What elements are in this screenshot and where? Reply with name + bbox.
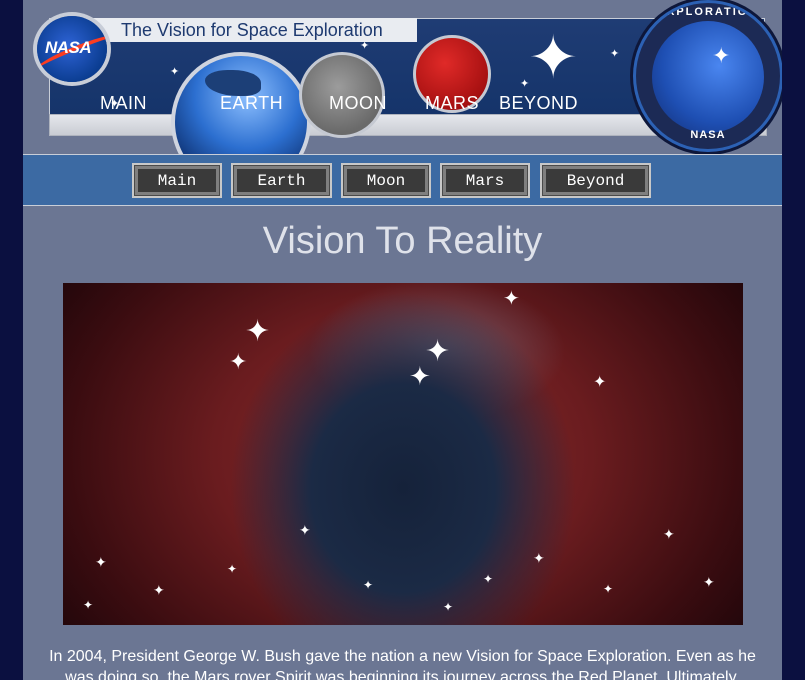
nav-button-earth[interactable]: Earth [231, 163, 332, 198]
banner-word-main: MAIN [100, 93, 147, 113]
exploration-patch-logo: ✦ EXPLORATION NASA [633, 0, 782, 152]
star-icon: ✦ [443, 600, 454, 614]
star-icon: ✦ [533, 550, 545, 566]
nav-button-label: Main [138, 169, 216, 192]
header-banner: ✦ ✦ ✦ ✦ ✦ The Vision for Space Explorati… [23, 0, 782, 154]
banner-title: The Vision for Space Exploration [121, 20, 383, 40]
patch-globe [652, 21, 764, 133]
banner-word-moon: MOON [329, 93, 387, 113]
nav-button-label: Beyond [546, 169, 645, 192]
star-icon: ✦ [593, 374, 607, 391]
nav-button-label: Mars [446, 169, 524, 192]
patch-star-icon: ✦ [712, 43, 731, 68]
star-icon: ✦ [299, 522, 311, 538]
beyond-star-icon: ✦ [528, 24, 579, 91]
star-icon: ✦ [409, 361, 431, 391]
star-icon: ✦ [170, 66, 180, 78]
nav-button-moon[interactable]: Moon [341, 163, 431, 198]
star-icon: ✦ [603, 582, 614, 596]
nasa-logo[interactable]: NASA [37, 16, 107, 82]
star-icon: ✦ [83, 598, 94, 612]
star-icon: ✦ [503, 288, 520, 310]
star-icon: ✦ [229, 349, 248, 374]
star-icon: ✦ [483, 572, 494, 586]
intro-paragraph: In 2004, President George W. Bush gave t… [49, 648, 756, 680]
star-icon: ✦ [610, 48, 620, 60]
star-icon: ✦ [245, 315, 271, 348]
nav-bar: Main Earth Moon Mars Beyond [23, 154, 782, 206]
nav-button-label: Moon [347, 169, 425, 192]
nav-button-mars[interactable]: Mars [440, 163, 530, 198]
star-icon: ✦ [703, 574, 715, 590]
patch-top-text: EXPLORATION [657, 6, 759, 18]
star-icon: ✦ [95, 554, 107, 570]
star-icon: ✦ [360, 40, 370, 52]
nebula-image: ✦ ✦ ✦ ✦ ✦ ✦ ✦ ✦ ✦ ✦ ✦ ✦ ✦ ✦ ✦ ✦ ✦ ✦ [63, 283, 743, 625]
star-icon: ✦ [227, 562, 238, 576]
nasa-logo-text: NASA [45, 38, 92, 57]
banner-word-beyond: BEYOND [499, 93, 579, 113]
star-icon: ✦ [363, 578, 374, 592]
patch-bottom-text: NASA [690, 129, 726, 141]
banner-word-earth: EARTH [220, 93, 284, 113]
nav-button-label: Earth [237, 169, 326, 192]
nav-button-main[interactable]: Main [132, 163, 222, 198]
nav-button-beyond[interactable]: Beyond [540, 163, 651, 198]
banner-word-mars: MARS [425, 93, 480, 113]
page: ✦ ✦ ✦ ✦ ✦ The Vision for Space Explorati… [23, 0, 782, 680]
page-title: Vision To Reality [262, 220, 543, 262]
star-icon: ✦ [153, 582, 165, 598]
star-icon: ✦ [663, 526, 675, 542]
